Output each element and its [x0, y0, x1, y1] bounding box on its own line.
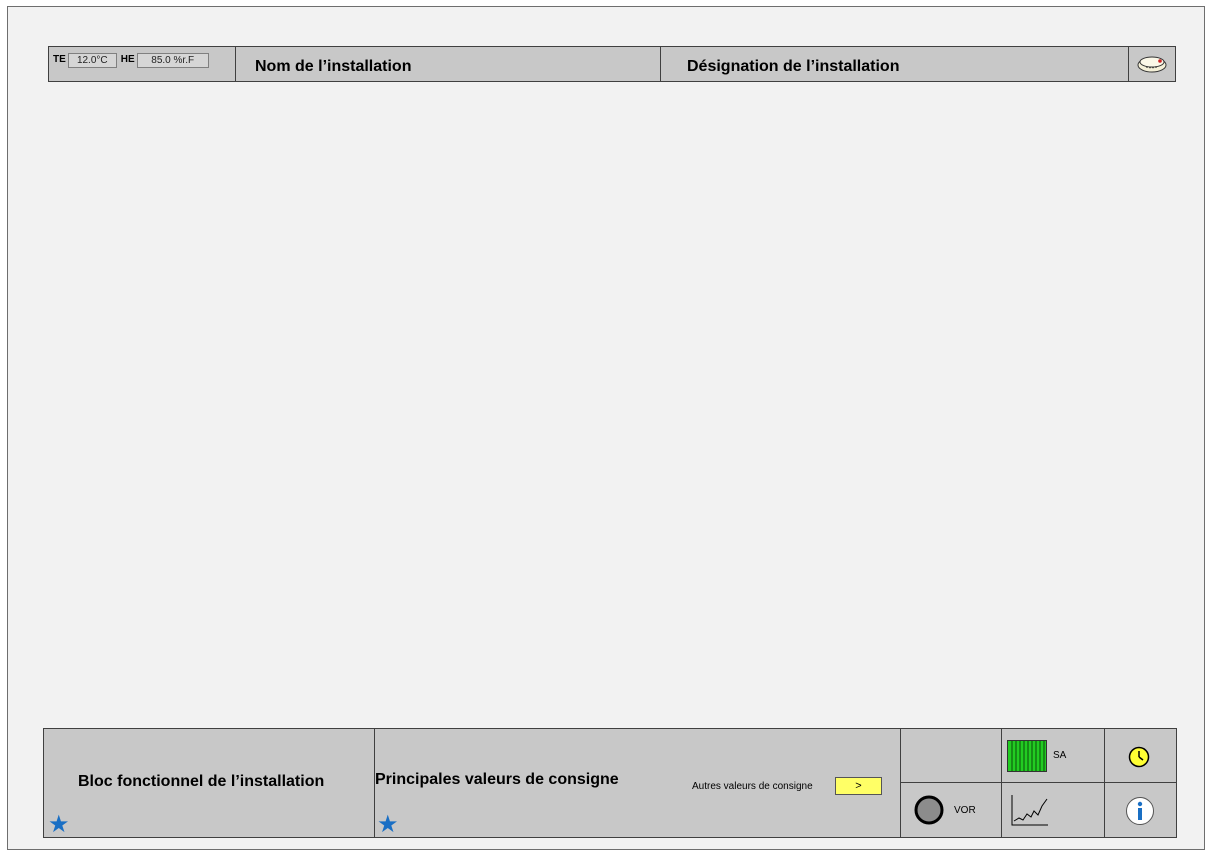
vor-label: VOR — [954, 805, 976, 816]
installation-designation: Désignation de l’installation — [661, 47, 1129, 81]
trend-chart-icon — [1011, 795, 1048, 826]
he-label: HE — [120, 54, 135, 65]
installation-designation-label: Désignation de l’installation — [687, 58, 900, 75]
alarm-horn-icon — [1137, 56, 1167, 73]
te-label: TE — [53, 54, 66, 65]
header-bar: TE 12.0°C HE 85.0 %r.F Nom de l’installa… — [48, 46, 1176, 82]
star-icon[interactable]: ★ — [48, 813, 70, 837]
main-setpoints-section: Principales valeurs de consigne Autres v… — [375, 729, 901, 837]
empty-cell — [901, 729, 1002, 783]
sa-label: SA — [1053, 750, 1067, 761]
clock-icon — [1128, 746, 1150, 768]
he-value: 85.0 %r.F — [136, 53, 209, 68]
other-setpoints-button[interactable]: > — [835, 777, 882, 795]
sa-cell[interactable]: SA — [1002, 729, 1105, 783]
sensor-readouts: TE 12.0°C HE 85.0 %r.F — [49, 47, 236, 81]
main-setpoints-label[interactable]: Principales valeurs de consigne — [375, 771, 619, 789]
alarm-button[interactable] — [1129, 47, 1175, 81]
functional-block-button[interactable]: Bloc fonctionnel de l’installation ★ — [44, 729, 375, 837]
installation-name-label: Nom de l’installation — [255, 58, 412, 75]
info-button[interactable] — [1105, 783, 1176, 837]
other-setpoints-label: Autres valeurs de consigne — [692, 781, 813, 792]
main-window: TE 12.0°C HE 85.0 %r.F Nom de l’installa… — [7, 6, 1205, 850]
clock-button[interactable] — [1105, 729, 1176, 783]
star-icon[interactable]: ★ — [377, 813, 399, 837]
installation-name: Nom de l’installation — [236, 47, 661, 81]
trend-cell[interactable] — [1002, 783, 1105, 837]
status-circle-icon — [914, 795, 944, 825]
te-value: 12.0°C — [67, 53, 117, 68]
green-radiator-icon — [1007, 740, 1047, 772]
info-icon — [1126, 797, 1154, 825]
control-panel: Bloc fonctionnel de l’installation ★ Pri… — [43, 728, 1177, 838]
functional-block-label: Bloc fonctionnel de l’installation — [78, 773, 325, 790]
vor-cell[interactable]: VOR — [901, 783, 1002, 837]
